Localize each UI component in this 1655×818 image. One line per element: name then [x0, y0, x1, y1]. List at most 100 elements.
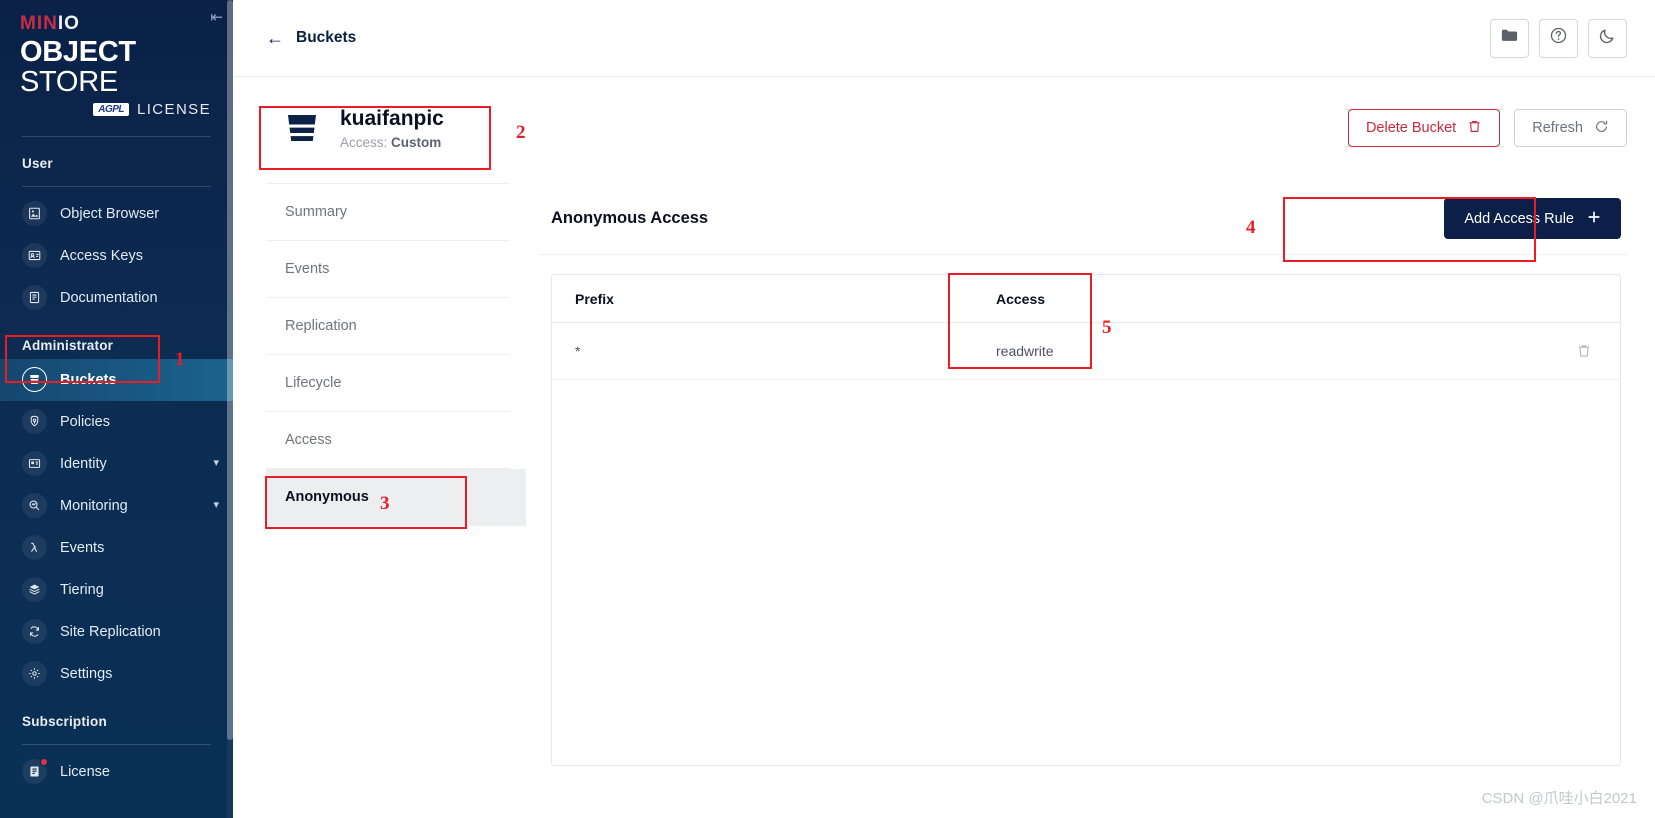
- sidebar-item-events[interactable]: Events: [0, 527, 233, 569]
- sidebar-item-label: Documentation: [60, 289, 158, 306]
- back-arrow-icon[interactable]: ←: [266, 29, 284, 47]
- panel-header: Anonymous Access Add Access Rule: [538, 183, 1627, 256]
- bucket-icon: [22, 367, 47, 393]
- tab-events[interactable]: Events: [266, 241, 510, 299]
- sidebar-item-label: Settings: [60, 665, 113, 682]
- sidebar-item-label: Events: [60, 539, 105, 556]
- refresh-label: Refresh: [1532, 120, 1583, 137]
- license-icon: [22, 758, 48, 785]
- tab-label: Events: [285, 261, 330, 278]
- bucket-detail-content: Summary Events Replication Lifecycle Acc…: [233, 161, 1655, 790]
- bucket-access-value: Custom: [391, 135, 442, 151]
- refresh-button[interactable]: Refresh: [1514, 109, 1627, 148]
- tab-label: Access: [285, 432, 332, 449]
- minio-wordmark: MINIO: [20, 14, 213, 33]
- sidebar-item-label: Identity: [60, 455, 107, 472]
- bucket-large-icon: [281, 107, 323, 149]
- sidebar-section-administrator: Administrator: [22, 337, 114, 353]
- collapse-sidebar-icon[interactable]: ⇤: [210, 10, 223, 25]
- table-head: Prefix Access: [552, 275, 1620, 324]
- delete-rule-icon[interactable]: [1571, 338, 1597, 364]
- anonymous-access-table: Prefix Access * readwrite: [552, 275, 1620, 381]
- question-circle-icon: [1549, 26, 1568, 50]
- help-button[interactable]: [1539, 18, 1578, 58]
- sidebar-item-access-keys[interactable]: Access Keys: [0, 235, 233, 277]
- table-body: * readwrite: [552, 322, 1620, 381]
- sidebar-item-monitoring[interactable]: Monitoring ▾: [0, 485, 233, 527]
- sidebar-item-tiering[interactable]: Tiering: [0, 569, 233, 611]
- folder-icon: [1500, 26, 1519, 50]
- policies-icon: [22, 409, 47, 435]
- sidebar-section-subscription: Subscription: [22, 713, 107, 729]
- sidebar-subscription-rule: [22, 743, 211, 745]
- sidebar-item-label: License: [60, 763, 110, 780]
- table-row[interactable]: * readwrite: [552, 322, 1620, 381]
- license-word: LICENSE: [137, 100, 211, 118]
- add-access-rule-label: Add Access Rule: [1464, 210, 1574, 227]
- settings-gear-icon: [22, 661, 47, 687]
- sidebar-item-label: Object Browser: [60, 205, 160, 222]
- main-content: ← Buckets kuaifanpic Access: Custom Dele…: [233, 0, 1655, 818]
- sidebar-item-label: Access Keys: [60, 247, 143, 264]
- anonymous-access-table-wrapper: Prefix Access * readwrite: [551, 274, 1621, 767]
- table-header-row: Prefix Access: [552, 275, 1620, 324]
- tab-access[interactable]: Access: [266, 412, 510, 470]
- sidebar-item-label: Tiering: [60, 581, 104, 598]
- trash-icon: [1467, 119, 1482, 138]
- tab-replication[interactable]: Replication: [266, 298, 510, 356]
- sidebar-item-site-replication[interactable]: Site Replication: [0, 611, 233, 653]
- panel-title: Anonymous Access: [551, 209, 709, 228]
- object-browser-folder-button[interactable]: [1490, 18, 1529, 58]
- agpl-badge: AGPL: [93, 102, 129, 116]
- tab-lifecycle[interactable]: Lifecycle: [266, 355, 510, 413]
- moon-icon: [1598, 26, 1617, 50]
- bucket-text-block: kuaifanpic Access: Custom: [340, 106, 444, 150]
- access-keys-icon: [22, 243, 47, 269]
- chevron-down-icon[interactable]: ▾: [213, 500, 219, 511]
- topbar-actions: [1490, 18, 1627, 58]
- tiering-layers-icon: [22, 577, 47, 603]
- object-browser-icon: [22, 201, 47, 227]
- topbar: ← Buckets: [233, 0, 1655, 77]
- sidebar-section-user: User: [22, 155, 53, 171]
- sidebar-item-buckets[interactable]: Buckets: [0, 358, 233, 401]
- breadcrumb-label: Buckets: [296, 29, 357, 46]
- cell-access: readwrite: [972, 322, 1492, 381]
- bucket-access-label: Access:: [340, 135, 388, 151]
- sidebar: ⇤ MINIO OBJECT STORE AGPL LICENSE User O…: [0, 0, 233, 818]
- active-tab-rail: [510, 469, 526, 527]
- dark-mode-button[interactable]: [1588, 18, 1627, 58]
- tab-anonymous[interactable]: Anonymous: [266, 469, 510, 527]
- tab-summary[interactable]: Summary: [266, 184, 510, 242]
- column-header-prefix: Prefix: [552, 275, 972, 324]
- sidebar-item-label: Monitoring: [60, 497, 128, 514]
- chevron-down-icon[interactable]: ▾: [213, 458, 219, 469]
- monitoring-icon: [22, 493, 47, 519]
- delete-bucket-label: Delete Bucket: [1365, 120, 1457, 137]
- documentation-icon: [22, 285, 47, 311]
- sidebar-logo: ⇤ MINIO OBJECT STORE AGPL LICENSE: [0, 0, 233, 118]
- tab-label: Anonymous: [285, 489, 369, 506]
- page-title: kuaifanpic: [340, 107, 444, 130]
- cell-actions: [1492, 322, 1620, 381]
- sidebar-item-documentation[interactable]: Documentation: [0, 277, 233, 319]
- breadcrumb[interactable]: ← Buckets: [266, 29, 356, 47]
- bucket-tabs: Summary Events Replication Lifecycle Acc…: [266, 183, 526, 790]
- plus-icon: [1587, 210, 1601, 228]
- add-access-rule-button[interactable]: Add Access Rule: [1444, 198, 1621, 240]
- sidebar-item-policies[interactable]: Policies: [0, 401, 233, 443]
- sidebar-item-label: Policies: [60, 413, 110, 430]
- sidebar-item-label: Site Replication: [60, 623, 161, 640]
- column-header-actions: [1492, 275, 1620, 324]
- bucket-actions: Delete Bucket Refresh: [1347, 109, 1627, 148]
- minio-suffix: IO: [57, 13, 80, 34]
- tab-label: Summary: [285, 204, 348, 221]
- sidebar-item-settings[interactable]: Settings: [0, 653, 233, 695]
- sidebar-item-license[interactable]: License: [0, 751, 233, 793]
- sidebar-item-identity[interactable]: Identity ▾: [0, 443, 233, 485]
- sidebar-user-rule: [22, 185, 211, 187]
- delete-bucket-button[interactable]: Delete Bucket: [1347, 109, 1501, 148]
- sidebar-item-object-browser[interactable]: Object Browser: [0, 193, 233, 235]
- object-store-wordmark: OBJECT STORE: [20, 37, 213, 98]
- refresh-icon: [1594, 119, 1609, 138]
